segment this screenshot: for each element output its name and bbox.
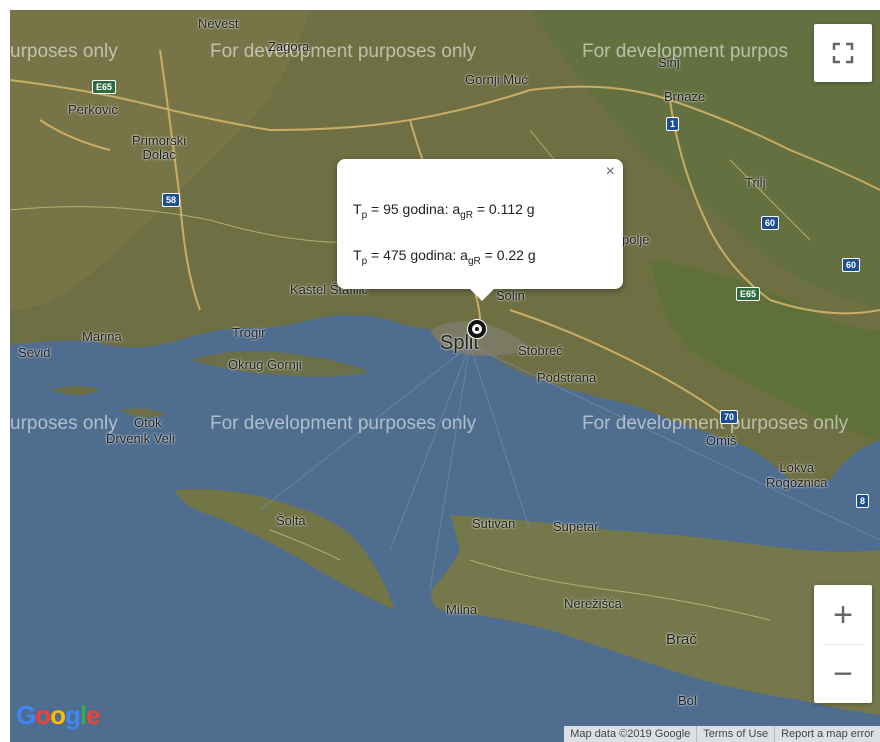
place-label: Zagora — [268, 39, 310, 54]
road-shield: 60 — [842, 258, 861, 272]
place-label: Trogir — [232, 325, 266, 340]
place-label: Lokva Rogoznica — [766, 460, 828, 490]
report-map-error-link[interactable]: Report a map error — [774, 726, 880, 742]
watermark-text: urposes only — [10, 41, 118, 62]
logo-letter: g — [65, 700, 81, 730]
place-label: Nerežišća — [564, 596, 622, 611]
place-label: Trilj — [745, 175, 766, 190]
road-shield: 60 — [761, 216, 780, 230]
map-canvas[interactable]: urposes only For development purposes on… — [10, 10, 880, 742]
info-symbol: T — [353, 201, 362, 217]
place-label: Bol — [678, 693, 697, 708]
place-label: Podstrana — [537, 370, 597, 385]
close-icon[interactable]: × — [606, 163, 615, 181]
road-shield: 70 — [720, 410, 739, 424]
watermark-text: For development purpos — [582, 41, 788, 62]
road-shield: E65 — [92, 80, 117, 94]
attribution-bar: Map data ©2019 Google Terms of Use Repor… — [564, 726, 880, 742]
road-shield: 1 — [666, 117, 680, 131]
info-text: = 475 godina: a — [367, 247, 468, 263]
place-label: Otok — [134, 415, 162, 430]
place-label: Supetar — [553, 519, 599, 534]
road-shield: 58 — [162, 193, 181, 207]
place-label: Gornji Muć — [465, 72, 528, 87]
info-subscript: gR — [460, 209, 473, 221]
place-label: Brnaze — [664, 89, 706, 104]
logo-letter: o — [50, 700, 66, 730]
logo-letter: o — [35, 700, 51, 730]
place-label: Milna — [446, 602, 478, 617]
info-text: = 95 godina: a — [367, 201, 461, 217]
place-label: Sutivan — [472, 516, 516, 531]
location-marker-icon[interactable] — [467, 319, 487, 339]
place-label: Sinj — [658, 55, 680, 70]
info-window-tail — [470, 289, 494, 301]
map-data-attribution[interactable]: Map data ©2019 Google — [564, 726, 696, 742]
watermark-text: urposes only — [10, 413, 118, 434]
terms-of-use-link[interactable]: Terms of Use — [696, 726, 774, 742]
zoom-in-button[interactable]: + — [814, 586, 872, 644]
info-row-return-475: Tp = 475 godina: agR = 0.22 g — [353, 247, 536, 267]
google-logo[interactable]: Google — [16, 700, 101, 731]
place-label: Okrug Gornji — [228, 357, 302, 372]
place-label: Omiš — [706, 433, 737, 448]
place-label: Primorski Dolac — [132, 133, 187, 162]
watermark-text: For development purposes only — [210, 41, 477, 62]
place-label: Solin — [496, 288, 525, 303]
info-value: = 0.112 g — [472, 201, 535, 217]
info-subscript: gR — [467, 255, 481, 267]
place-label: polje — [622, 232, 650, 247]
fullscreen-icon — [832, 42, 854, 64]
logo-letter: G — [16, 700, 36, 730]
fullscreen-button[interactable] — [814, 24, 872, 82]
watermark-text: For development purposes only — [582, 413, 849, 434]
place-label: Perković — [68, 102, 118, 117]
place-label: Sevid — [18, 345, 51, 360]
place-label: Šolta — [276, 513, 306, 528]
info-row-return-95: Tp = 95 godina: agR = 0.112 g — [353, 201, 535, 221]
place-label: Drvenik Veli — [106, 431, 175, 446]
zoom-out-button[interactable]: − — [814, 645, 872, 703]
road-shield: 8 — [856, 494, 870, 508]
info-symbol: T — [353, 247, 362, 263]
logo-letter: e — [86, 700, 101, 730]
info-value: = 0.22 g — [480, 247, 536, 263]
info-window: × Tp = 95 godina: agR = 0.112 g Tp = 475… — [337, 159, 623, 301]
place-label: Brač — [666, 631, 697, 648]
place-label: Stobreč — [518, 343, 563, 358]
watermark-text: For development purposes only — [210, 413, 477, 434]
zoom-control: + − — [814, 585, 872, 703]
place-label: Nevest — [198, 16, 239, 31]
road-shield: E65 — [736, 287, 761, 301]
place-label: Marina — [82, 329, 122, 344]
map-terrain — [10, 10, 880, 742]
